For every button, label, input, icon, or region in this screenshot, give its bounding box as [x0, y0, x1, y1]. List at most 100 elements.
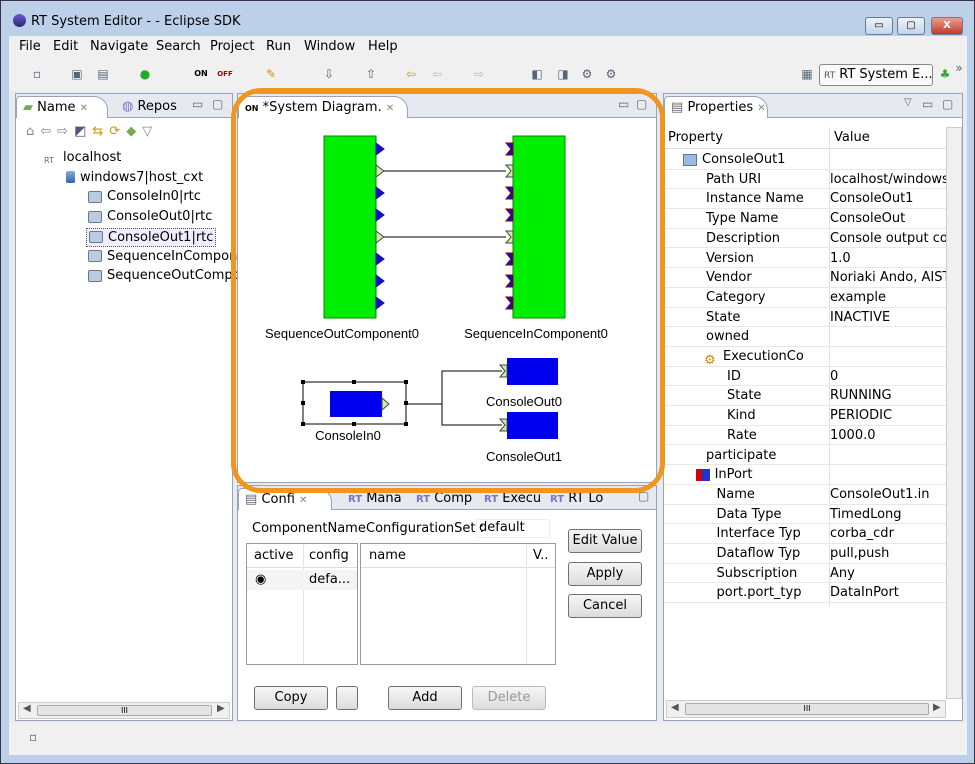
property-row[interactable]: port.port_typ DataInPort [664, 583, 946, 604]
property-row[interactable]: Vendor Noriaki Ando, AIST [664, 268, 946, 288]
table-row[interactable]: ◉ defa... [247, 570, 357, 590]
property-row[interactable]: Subscription Any [664, 564, 946, 584]
property-row[interactable]: Type Name ConsoleOut [664, 209, 946, 229]
component-console-out1[interactable] [507, 412, 558, 439]
home-icon[interactable]: ⌂ [26, 124, 40, 139]
property-row[interactable]: InPort [664, 465, 946, 485]
inport-icon[interactable] [504, 142, 514, 156]
menu-run[interactable]: Run [266, 39, 291, 54]
add-button[interactable]: Add [388, 686, 462, 710]
scroll-left-icon[interactable]: ◀ [23, 703, 31, 714]
outport-icon[interactable] [375, 274, 385, 288]
inport-icon[interactable] [504, 208, 514, 222]
save-icon[interactable]: ▣ [69, 66, 85, 82]
back-icon[interactable]: ⇦ [40, 124, 57, 139]
config-set-field[interactable]: default [476, 519, 550, 538]
property-row[interactable]: Data Type TimedLong [664, 505, 946, 525]
close-icon[interactable]: ✕ [757, 103, 765, 114]
property-row[interactable]: Name ConsoleOut1.in [664, 485, 946, 505]
tab-configuration[interactable]: ▤ Confi ✕ [238, 488, 332, 510]
tree-item[interactable]: ConsoleOut1|rtc [86, 227, 217, 247]
back-icon[interactable]: ⇦ [429, 66, 445, 82]
new-icon[interactable]: ▫ [29, 66, 45, 82]
apply-button[interactable]: Apply [568, 562, 642, 586]
property-row[interactable]: ⚙ ExecutionCo [664, 347, 946, 367]
component-sequence-out[interactable] [323, 135, 377, 319]
inport-icon[interactable] [504, 186, 514, 200]
property-row[interactable]: Kind PERIODIC [664, 406, 946, 426]
close-icon[interactable]: ✕ [299, 495, 307, 506]
property-row[interactable]: Description Console output comp [664, 229, 946, 249]
outport-icon[interactable] [375, 208, 385, 222]
view-menu-icon[interactable]: ▽ [142, 124, 158, 139]
property-row[interactable]: Instance Name ConsoleOut1 [664, 189, 946, 210]
close-button[interactable]: X [931, 17, 963, 35]
column-active[interactable]: active [254, 544, 294, 568]
active-radio[interactable]: ◉ [255, 570, 266, 590]
diagram-canvas[interactable]: SequenceOutComponent0 SequenceInComponen… [238, 94, 658, 484]
minimize-view-icon[interactable]: ▭ [192, 97, 203, 111]
activate-all-icon[interactable]: ON [193, 66, 209, 82]
filter-icon[interactable]: ◆ [126, 124, 142, 139]
property-row[interactable]: Category example [664, 288, 946, 308]
tree-item[interactable]: RT localhost [42, 149, 123, 168]
maximize-view-icon[interactable]: ▢ [638, 489, 649, 503]
menu-file[interactable]: File [19, 39, 41, 54]
menu-search[interactable]: Search [156, 39, 201, 54]
tab-manager[interactable]: RT Mana [342, 488, 408, 510]
pen-icon[interactable]: ✎ [263, 66, 279, 82]
tab-component[interactable]: RT Comp [410, 488, 478, 510]
print-icon[interactable]: ▤ [95, 66, 111, 82]
property-row[interactable]: Path URI localhost/windows7.l [664, 170, 946, 190]
minimize-view-icon[interactable]: ▭ [922, 97, 933, 111]
component-console-out0[interactable] [507, 358, 558, 385]
connect-icon[interactable]: ◩ [74, 124, 92, 139]
outport-icon[interactable] [375, 296, 385, 310]
open-perspective-icon[interactable]: ▦ [799, 66, 815, 82]
tool-a-icon[interactable]: ◧ [529, 66, 545, 82]
vertical-scrollbar[interactable] [946, 127, 962, 699]
tab-repository[interactable]: ◍ Repos [116, 96, 183, 118]
scroll-thumb[interactable]: III [685, 703, 929, 715]
tool-b-icon[interactable]: ◨ [555, 66, 571, 82]
inport-icon[interactable] [504, 164, 514, 178]
last-edit-icon[interactable]: ⇦ [403, 66, 419, 82]
tab-properties[interactable]: ▤ Properties ✕ [664, 96, 768, 118]
tool-d-icon[interactable]: ⚙ [603, 66, 619, 82]
tab-execution[interactable]: RT Execu [478, 488, 547, 510]
outport-icon[interactable] [375, 230, 385, 244]
minimize-button[interactable]: ▭ [865, 17, 893, 35]
tree-item[interactable]: SequenceInCompone [86, 248, 247, 267]
column-property[interactable]: Property [668, 127, 723, 149]
sync-icon[interactable]: ⟳ [109, 124, 126, 139]
outport-icon[interactable] [381, 396, 390, 412]
horizontal-scrollbar[interactable]: ◀ III ▶ [18, 702, 230, 719]
close-icon[interactable]: ✕ [80, 103, 88, 114]
property-row[interactable]: Interface Typ corba_cdr [664, 524, 946, 544]
menu-window[interactable]: Window [304, 39, 355, 54]
menu-project[interactable]: Project [210, 39, 254, 54]
inport-icon[interactable] [504, 252, 514, 266]
column-value[interactable]: Value [834, 127, 870, 149]
forward-icon[interactable]: ⇨ [57, 124, 74, 139]
tab-name-service[interactable]: ▰ Name ✕ [16, 96, 108, 118]
edit-value-button[interactable]: Edit Value [568, 529, 642, 553]
outport-icon[interactable] [375, 252, 385, 266]
property-row[interactable]: Version 1.0 [664, 249, 946, 269]
property-row[interactable]: participate [664, 446, 946, 466]
property-row[interactable]: State RUNNING [664, 386, 946, 407]
inport-icon[interactable] [504, 296, 514, 310]
menu-navigate[interactable]: Navigate [90, 39, 148, 54]
prev-annotation-icon[interactable]: ⇧ [363, 66, 379, 82]
property-row[interactable]: Rate 1000.0 [664, 426, 946, 446]
component-console-in[interactable] [330, 391, 382, 417]
property-row[interactable]: ID 0 [664, 367, 946, 387]
forward-icon[interactable]: ⇨ [471, 66, 487, 82]
maximize-button[interactable]: ▢ [897, 17, 925, 35]
column-value[interactable]: V.. [533, 544, 548, 568]
deactivate-all-icon[interactable]: OFF [217, 66, 233, 82]
property-row[interactable]: owned [664, 327, 946, 347]
tree-item[interactable]: SequenceOutCompo [86, 267, 243, 286]
scroll-thumb[interactable]: III [37, 705, 212, 716]
perspective-rt-system-editor[interactable]: RT RT System E... [819, 64, 933, 86]
